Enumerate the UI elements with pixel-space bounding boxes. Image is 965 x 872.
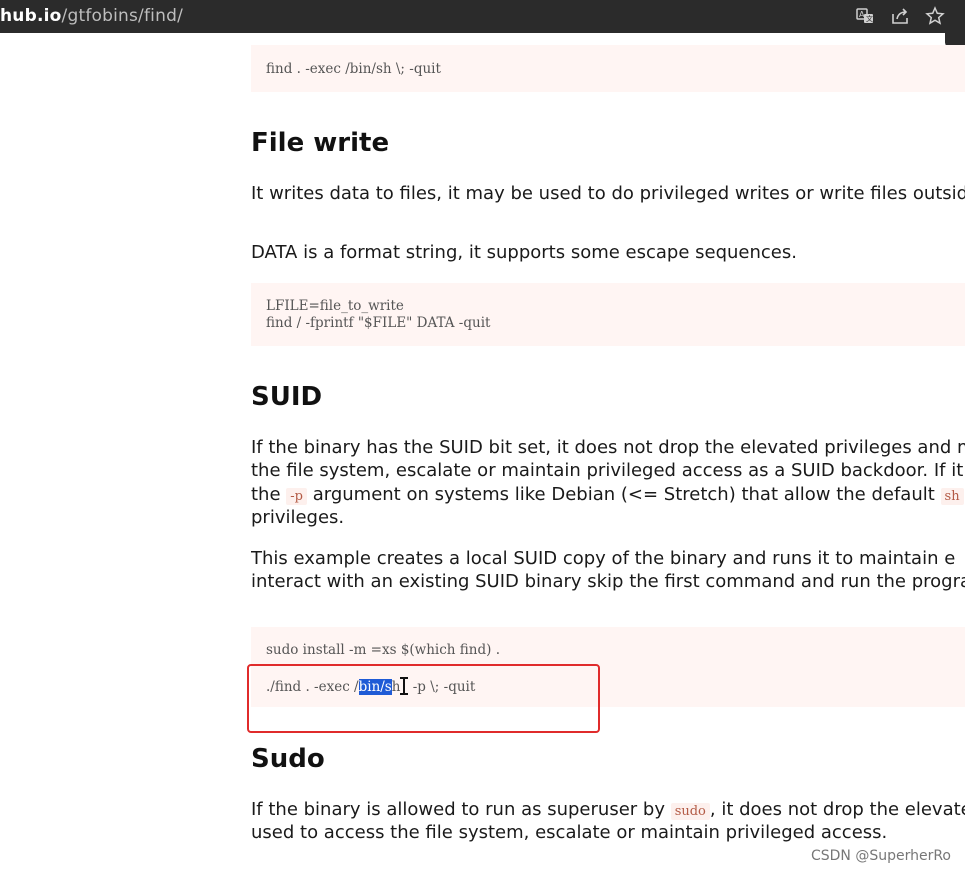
inline-code-p: -p	[286, 488, 307, 505]
inline-code-sh: sh	[940, 488, 964, 505]
text-segment: argument on systems like Debian (<= Stre…	[306, 484, 941, 505]
suid-paragraph-line: the -p argument on systems like Debian (…	[251, 483, 965, 509]
code-block-shell[interactable]: find . -exec /bin/sh \; -quit	[251, 45, 965, 92]
star-icon[interactable]	[924, 5, 946, 27]
suid-paragraph-line: the file system, escalate or maintain pr…	[251, 460, 965, 481]
heading-suid: SUID	[251, 382, 323, 412]
annotation-highlight-box	[247, 664, 600, 733]
browser-toolbar: hub.io/gtfobins/find/ A文	[0, 0, 965, 33]
code-block-file-write[interactable]: LFILE=file_to_write find / -fprintf "$FI…	[251, 283, 965, 346]
watermark: CSDN @SuperherRo	[810, 848, 951, 864]
suid-example-line: interact with an existing SUID binary sk…	[251, 571, 965, 592]
url-path: /gtfobins/find/	[61, 6, 183, 26]
text-segment: If the binary is allowed to run as super…	[251, 799, 671, 820]
translate-icon[interactable]: A文	[854, 5, 876, 27]
share-icon[interactable]	[889, 5, 911, 27]
sudo-paragraph-line: If the binary is allowed to run as super…	[251, 798, 965, 824]
suid-paragraph-line: privileges.	[251, 507, 345, 528]
text-segment: , it does not drop the elevated p	[709, 799, 965, 820]
code-line: LFILE=file_to_write	[266, 298, 404, 314]
code-line: sudo install -m =xs $(which find) .	[266, 642, 500, 658]
suid-paragraph-line: If the binary has the SUID bit set, it d…	[251, 437, 965, 458]
inline-code-sudo: sudo	[670, 803, 710, 820]
text-segment: the	[251, 484, 287, 505]
code-line: find . -exec /bin/sh \; -quit	[266, 61, 441, 77]
svg-text:文: 文	[866, 14, 873, 23]
heading-file-write: File write	[251, 128, 390, 158]
data-format-note: DATA is a format string, it supports som…	[251, 242, 797, 263]
sudo-paragraph-line: used to access the file system, escalate…	[251, 822, 888, 843]
url-host: hub.io	[0, 6, 62, 26]
code-line: find / -fprintf "$FILE" DATA -quit	[266, 315, 491, 331]
address-bar[interactable]: hub.io/gtfobins/find/	[0, 6, 183, 26]
file-write-description: It writes data to files, it may be used …	[251, 183, 965, 204]
heading-sudo: Sudo	[251, 744, 325, 774]
suid-example-line: This example creates a local SUID copy o…	[251, 548, 956, 569]
